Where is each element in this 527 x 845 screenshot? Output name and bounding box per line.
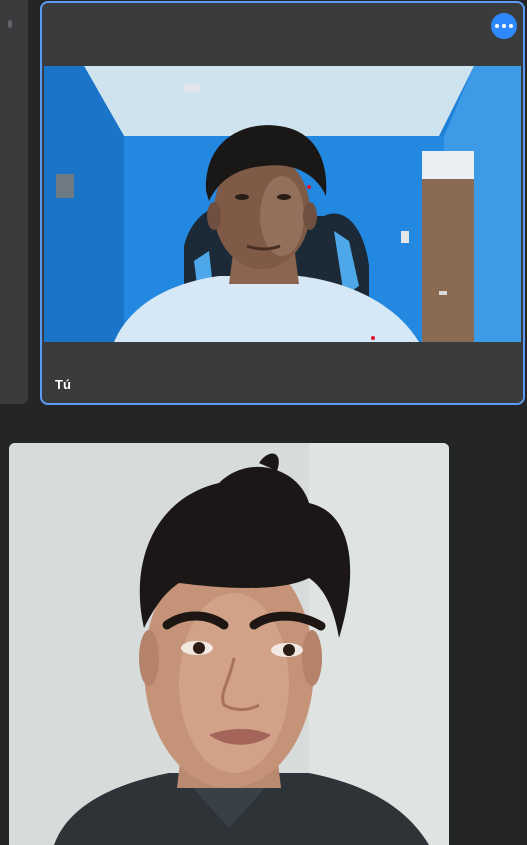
- more-options-button[interactable]: [491, 13, 517, 39]
- self-video-tile[interactable]: Tú: [40, 1, 525, 405]
- self-name-label: Tú: [55, 377, 71, 392]
- self-video-feed: [44, 66, 521, 342]
- three-dots-icon-dot: [509, 24, 513, 28]
- three-dots-icon: [495, 24, 499, 28]
- three-dots-icon-dot: [502, 24, 506, 28]
- self-camera-image: [44, 66, 521, 342]
- participant-strip[interactable]: [0, 0, 28, 404]
- remote-camera-image: [9, 443, 449, 845]
- scroll-handle[interactable]: [8, 20, 12, 28]
- video-call-window: Tú: [0, 0, 527, 845]
- remote-participant-video[interactable]: [9, 443, 449, 845]
- call-panel: Tú: [0, 0, 527, 432]
